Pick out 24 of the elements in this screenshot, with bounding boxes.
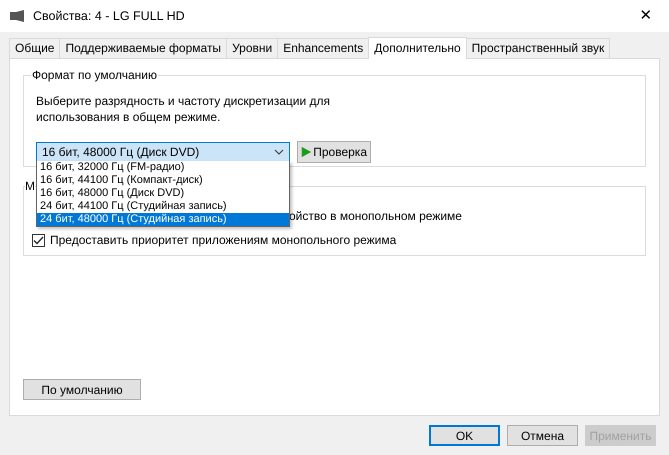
checkbox-label: Предоставить приоритет приложениям монопольного режима [50, 232, 396, 249]
dropdown-option[interactable]: 24 бит, 48000 Гц (Студийная запись) [37, 213, 289, 226]
option-label: ойство в монопольном режиме [289, 208, 462, 224]
dialog-button[interactable]: Отмена [507, 425, 578, 446]
tab[interactable]: Дополнительно [368, 37, 467, 59]
window-title: Свойства: 4 - LG FULL HD [33, 8, 185, 25]
description-text: Выберите разрядность и частоту дискретизации для использования в общем режиме. [36, 93, 332, 125]
speaker-icon [9, 9, 25, 23]
dropdown-option[interactable]: 24 бит, 44100 Гц (Студийная запись) [37, 200, 289, 213]
dialog-button[interactable]: OK [429, 425, 500, 446]
group-legend: Формат по умолчанию [31, 68, 158, 82]
test-button[interactable]: Проверка [297, 141, 371, 163]
caret-icon [274, 149, 284, 155]
dropdown-option[interactable]: 16 бит, 44100 Гц (Компакт-диск) [37, 174, 289, 187]
tab[interactable]: Пространственный звук [466, 38, 610, 58]
default-button[interactable]: По умолчанию [23, 379, 141, 400]
checkbox[interactable] [32, 234, 45, 246]
group-legend: М [25, 179, 35, 193]
format-dropdown[interactable]: 16 бит, 48000 Гц (Диск DVD) [36, 142, 290, 162]
close-button[interactable]: ✕ [623, 0, 669, 32]
dropdown-option[interactable]: 16 бит, 48000 Гц (Диск DVD) [37, 187, 289, 200]
tab[interactable]: Общие [9, 38, 60, 58]
dropdown-option[interactable]: 16 бит, 32000 Гц (FM-радио) [37, 161, 289, 174]
play-icon [301, 145, 312, 159]
